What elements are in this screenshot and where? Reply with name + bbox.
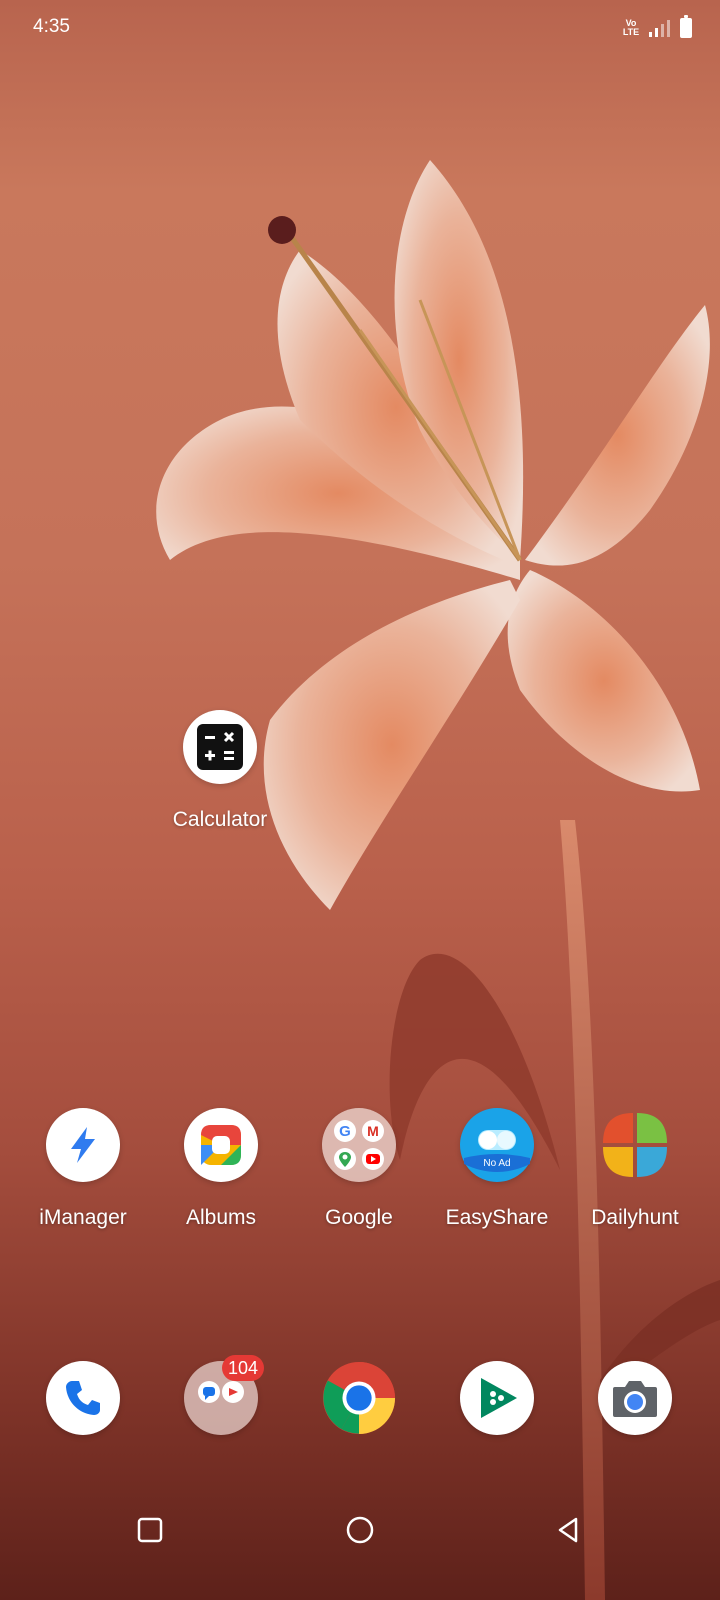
notification-badge: 104 — [221, 1355, 264, 1381]
imanager-icon — [46, 1108, 120, 1182]
app-label: Albums — [185, 1206, 257, 1229]
play-games-icon — [460, 1361, 534, 1435]
battery-icon — [680, 15, 692, 38]
dock-chrome[interactable] — [289, 1361, 429, 1435]
status-bar: 4:35 Vo LTE — [0, 0, 720, 56]
status-icons: Vo LTE — [622, 15, 692, 40]
dock-messages-folder[interactable]: 104 — [151, 1355, 291, 1435]
dock-play-games[interactable] — [427, 1361, 567, 1435]
calculator-icon — [183, 710, 257, 784]
home-button[interactable] — [340, 1510, 380, 1550]
circle-icon — [346, 1516, 374, 1544]
dailyhunt-icon — [598, 1108, 672, 1182]
google-folder-icon: G M — [322, 1108, 396, 1182]
app-imanager[interactable]: iManager — [13, 1108, 153, 1230]
dock-phone[interactable] — [13, 1361, 153, 1435]
back-button[interactable] — [548, 1510, 588, 1550]
app-label: iManager — [39, 1206, 127, 1229]
app-calculator[interactable]: Calculator — [150, 710, 290, 832]
volte-icon: Vo LTE — [622, 18, 640, 37]
app-label: Calculator — [172, 808, 268, 831]
app-label: EasyShare — [445, 1206, 549, 1229]
messages-folder-icon: 104 — [184, 1355, 264, 1435]
navigation-bar — [0, 1500, 720, 1560]
clock: 4:35 — [33, 16, 70, 37]
square-icon — [137, 1517, 163, 1543]
phone-icon — [46, 1361, 120, 1435]
app-albums[interactable]: Albums — [151, 1108, 291, 1230]
app-label: Google — [325, 1206, 393, 1229]
svg-text:G: G — [339, 1123, 351, 1140]
chrome-icon — [322, 1361, 396, 1435]
dock-camera[interactable] — [565, 1361, 705, 1435]
app-label: Dailyhunt — [591, 1206, 679, 1229]
signal-icon — [649, 20, 670, 37]
easyshare-icon-text: No Ad — [483, 1158, 511, 1169]
app-easyshare[interactable]: No Ad EasyShare — [427, 1108, 567, 1230]
back-triangle-icon — [558, 1517, 578, 1543]
camera-icon — [598, 1361, 672, 1435]
recents-button[interactable] — [130, 1510, 170, 1550]
folder-google[interactable]: G M Google — [289, 1108, 429, 1230]
app-dailyhunt[interactable]: Dailyhunt — [565, 1108, 705, 1230]
easyshare-icon: No Ad — [460, 1108, 534, 1182]
albums-icon — [184, 1108, 258, 1182]
svg-text:M: M — [367, 1123, 379, 1139]
